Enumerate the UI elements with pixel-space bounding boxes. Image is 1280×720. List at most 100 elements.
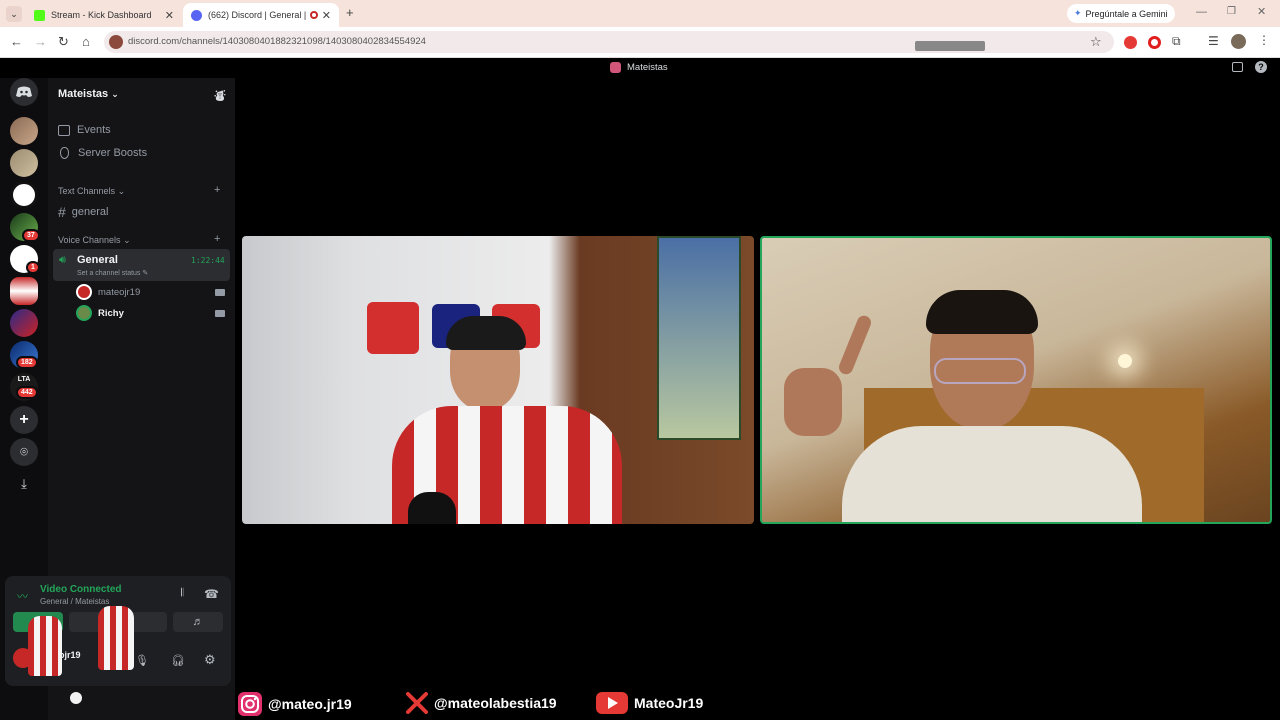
add-server-icon[interactable]: +: [10, 406, 38, 434]
youtube-handle: MateoJr19: [596, 692, 703, 714]
unread-badge: 37: [22, 229, 40, 242]
profile-avatar-icon[interactable]: [1231, 34, 1246, 49]
category-label: Text Channels: [58, 186, 116, 196]
url-text: discord.com/channels/1403080401882321098…: [128, 36, 426, 47]
discord-favicon-icon: [191, 9, 202, 21]
players-overlay-image: [18, 600, 143, 710]
member-name: Richy: [98, 307, 124, 319]
opera-extension-icon[interactable]: [1148, 36, 1161, 49]
ball-icon: [70, 692, 82, 704]
channel-general-text[interactable]: # general: [58, 204, 109, 220]
voice-channel-general[interactable]: 🔊︎ General 1:22:44 Set a channel status …: [53, 249, 230, 281]
hash-icon: #: [58, 204, 66, 220]
help-icon[interactable]: ?: [1255, 61, 1267, 73]
discord-title-bar: Mateistas ?: [0, 58, 1280, 78]
tab-kick-dashboard[interactable]: Stream - Kick Dashboard ✕: [26, 3, 182, 27]
close-window-button[interactable]: ✕: [1257, 5, 1266, 18]
x-text: @mateolabestia19: [434, 695, 557, 711]
text-channels-category[interactable]: Text Channels ⌄: [58, 186, 125, 197]
youtube-text: MateoJr19: [634, 695, 704, 711]
server-icon-qa[interactable]: [10, 181, 38, 209]
wall-poster: [657, 236, 741, 440]
gear-icon[interactable]: ⚙: [204, 652, 216, 668]
kick-favicon-icon: [34, 9, 45, 21]
site-info-icon[interactable]: [109, 35, 123, 49]
unread-badge: 182: [16, 356, 38, 369]
instagram-handle: @mateo.jr19: [238, 692, 352, 716]
disconnect-call-icon[interactable]: ☎: [204, 587, 219, 601]
server-icon-2[interactable]: [10, 149, 38, 177]
voice-channels-category[interactable]: Voice Channels ⌄: [58, 235, 131, 246]
maximize-window-button[interactable]: ❐: [1227, 6, 1236, 17]
extension-red-icon[interactable]: [1124, 36, 1137, 49]
headphones-icon[interactable]: 🎧︎: [171, 654, 185, 667]
voice-member[interactable]: Richy: [76, 305, 124, 321]
channel-name: general: [71, 206, 109, 218]
video-stage: [236, 78, 1280, 720]
channel-status-hint[interactable]: Set a channel status ✎: [77, 269, 148, 277]
close-tab-icon[interactable]: ✕: [322, 9, 331, 22]
bookmark-star-icon[interactable]: ☆: [1090, 34, 1102, 50]
person-shirt: [842, 426, 1142, 522]
video-camera-icon: [215, 289, 225, 296]
home-icon[interactable]: ⌂: [82, 34, 90, 49]
chevron-down-icon: ⌄: [123, 235, 131, 245]
browser-toolbar: ← → ↻ ⌂ discord.com/channels/14030804018…: [0, 27, 1280, 58]
person-hair: [446, 316, 526, 350]
voice-member[interactable]: mateojr19: [76, 284, 140, 300]
soundboard-button[interactable]: ♬: [173, 612, 223, 632]
inbox-icon[interactable]: [1232, 62, 1243, 72]
x-handle: @mateolabestia19: [406, 692, 557, 714]
server-header[interactable]: Mateistas ⌄: [58, 88, 119, 100]
server-icon-7[interactable]: [10, 309, 38, 337]
events-item[interactable]: Events: [58, 124, 111, 136]
x-logo-icon: [406, 692, 428, 714]
create-channel-icon[interactable]: +: [214, 233, 220, 245]
video-tile-mateojr19[interactable]: [242, 236, 754, 524]
server-icon: [610, 62, 621, 73]
glasses: [934, 358, 1026, 384]
events-label: Events: [77, 124, 111, 136]
noise-suppression-icon[interactable]: 𝄃: [181, 587, 183, 600]
window-title-group: Mateistas: [610, 62, 668, 73]
reading-list-icon[interactable]: ☰: [1208, 34, 1219, 48]
new-tab-button[interactable]: +: [346, 5, 354, 20]
jersey-poster: [367, 302, 419, 354]
close-tab-icon[interactable]: ✕: [165, 9, 174, 22]
gemini-button[interactable]: ✦ Pregúntale a Gemini: [1067, 4, 1175, 23]
stream-social-bar: @mateo.jr19 @mateolabestia19 MateoJr19: [236, 686, 1280, 720]
tab-list-dropdown-button[interactable]: ⌄: [6, 6, 22, 22]
reload-icon[interactable]: ↻: [58, 34, 69, 50]
instagram-text: @mateo.jr19: [268, 696, 352, 712]
redacted-bar: [915, 41, 985, 51]
lta-label: LTA: [17, 376, 31, 383]
avatar: [76, 284, 92, 300]
recording-indicator-icon: [310, 11, 318, 19]
chevron-down-icon: ⌄: [111, 89, 119, 99]
server-icon-1[interactable]: [10, 117, 38, 145]
extensions-puzzle-icon[interactable]: ⧉: [1172, 34, 1181, 49]
create-channel-icon[interactable]: +: [214, 184, 220, 196]
category-label: Voice Channels: [58, 235, 121, 245]
browser-tab-bar: ⌄ Stream - Kick Dashboard ✕ (662) Discor…: [0, 0, 1280, 27]
discover-compass-icon[interactable]: ⌾: [10, 438, 38, 466]
tab-discord[interactable]: (662) Discord | General | Ma ✕: [183, 3, 339, 27]
server-boosts-item[interactable]: Server Boosts: [58, 147, 147, 159]
raised-finger: [836, 313, 874, 377]
back-icon[interactable]: ←: [10, 34, 23, 49]
download-apps-icon[interactable]: ⤓: [10, 470, 38, 498]
unread-badge: 1: [26, 261, 40, 274]
raised-hand: [784, 368, 842, 436]
address-bar[interactable]: discord.com/channels/1403080401882321098…: [104, 31, 1114, 53]
forward-icon[interactable]: →: [34, 34, 47, 49]
pencil-icon: ✎: [142, 270, 149, 277]
youtube-icon: [596, 692, 628, 714]
discord-home-icon[interactable]: [10, 78, 38, 106]
video-tile-richy[interactable]: [760, 236, 1272, 524]
minimize-window-button[interactable]: —: [1196, 6, 1207, 18]
voice-channel-name: General: [77, 254, 118, 266]
channel-status-text: Set a channel status: [77, 270, 141, 277]
browser-menu-icon[interactable]: ⋮: [1258, 33, 1270, 47]
invite-people-icon[interactable]: ⛇: [214, 88, 226, 105]
server-icon-mateistas[interactable]: [10, 277, 38, 305]
